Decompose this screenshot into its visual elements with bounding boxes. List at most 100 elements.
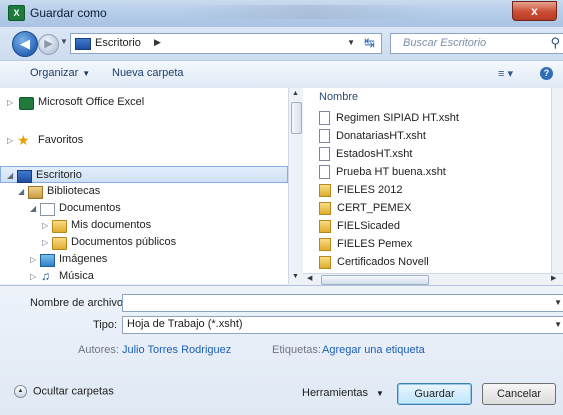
tags-value[interactable]: Agregar una etiqueta [322, 344, 425, 356]
folder-icon [319, 183, 331, 197]
expand-icon[interactable]: ▷ [30, 251, 36, 268]
desktop-icon [17, 170, 32, 183]
new-folder-button[interactable]: Nueva carpeta [112, 67, 184, 79]
horizontal-scrollbar[interactable]: ◀ ▶ [303, 273, 563, 285]
address-bar[interactable]: Escritorio ▶ ▼ ↹ [70, 33, 382, 54]
window-title: Guardar como [30, 6, 107, 20]
forward-arrow-icon[interactable]: ▶ [38, 34, 59, 55]
file-list: Nombre Regimen SIPIAD HT.xsht Donatarias… [303, 88, 551, 273]
nav-item-label: Microsoft Office Excel [38, 96, 145, 108]
nav-item-label: Música [59, 270, 94, 282]
nav-item-favorites[interactable]: ▷ ★ Favoritos [0, 132, 288, 149]
collapse-icon[interactable]: ◢ [30, 200, 36, 217]
file-name: FIELSicaded [337, 220, 400, 232]
title-bar: X Guardar como x [0, 0, 563, 27]
hide-folders-toggle[interactable]: ▲ Ocultar carpetas [14, 385, 114, 398]
close-button[interactable]: x [512, 1, 557, 21]
file-name: EstadosHT.xsht [336, 148, 413, 160]
address-dropdown-icon[interactable]: ▼ [347, 38, 355, 47]
refresh-icon[interactable]: ↹ [364, 35, 375, 51]
organize-label: Organizar [30, 67, 79, 79]
toolbar: Organizar ▼ Nueva carpeta ≡ ▾ ? [0, 60, 563, 89]
save-button[interactable]: Guardar [397, 383, 472, 405]
file-type-label: Tipo: [93, 319, 118, 331]
expand-icon[interactable]: ▷ [7, 94, 13, 111]
hide-folders-label: Ocultar carpetas [33, 385, 114, 398]
recent-pages-chevron-icon[interactable]: ▼ [60, 37, 68, 46]
chevron-down-icon: ▼ [376, 389, 384, 398]
list-item[interactable]: CERT_PEMEX [319, 200, 411, 216]
nav-item-my-documents[interactable]: ▷ Mis documentos [0, 217, 288, 234]
folder-icon [319, 219, 331, 233]
expand-icon[interactable]: ▷ [7, 132, 13, 149]
folder-icon [319, 255, 331, 269]
nav-item-public-documents[interactable]: ▷ Documentos públicos [0, 234, 288, 251]
images-icon [40, 254, 55, 267]
save-options-panel: Nombre de archivo: ▼ Tipo: Hoja de Traba… [0, 285, 563, 415]
file-name: FIELES Pemex [337, 238, 413, 250]
folder-icon [319, 237, 331, 251]
filename-input[interactable]: ▼ [122, 294, 563, 312]
tools-menu-button[interactable]: Herramientas ▼ [302, 387, 384, 399]
breadcrumb-location[interactable]: Escritorio [95, 37, 141, 49]
view-options-icon[interactable]: ≡ ▾ [498, 67, 513, 80]
file-name: FIELES 2012 [337, 184, 403, 196]
list-item[interactable]: FIELES 2012 [319, 182, 402, 198]
expand-icon[interactable]: ▷ [30, 268, 36, 284]
chevron-down-icon[interactable]: ▼ [554, 320, 562, 329]
file-type-select[interactable]: Hoja de Trabajo (*.xsht) ▼ [122, 316, 563, 334]
file-list-scrollbar[interactable] [551, 88, 563, 273]
nav-item-excel[interactable]: ▷ Microsoft Office Excel [0, 94, 288, 111]
excel-icon [19, 97, 34, 110]
organize-button[interactable]: Organizar ▼ [30, 67, 90, 79]
chevron-up-icon: ▲ [14, 385, 27, 398]
scroll-left-icon[interactable]: ◀ [307, 274, 312, 282]
nav-item-label: Imágenes [59, 253, 108, 265]
help-icon[interactable]: ? [540, 67, 553, 80]
nav-item-images[interactable]: ▷ Imágenes [0, 251, 288, 268]
tags-label: Etiquetas: [272, 344, 321, 356]
nav-item-music[interactable]: ▷ ♫ Música [0, 268, 288, 284]
list-item[interactable]: Regimen SIPIAD HT.xsht [319, 110, 459, 126]
file-name: Prueba HT buena.xsht [336, 166, 446, 178]
list-item[interactable]: Certificados Novell [319, 254, 429, 270]
cancel-button[interactable]: Cancelar [482, 383, 556, 405]
folder-icon [52, 237, 67, 250]
desktop-icon [75, 38, 91, 50]
list-item[interactable]: FIELES Pemex [319, 236, 412, 252]
back-arrow-icon[interactable]: ◀ [12, 31, 38, 57]
list-item[interactable]: EstadosHT.xsht [319, 146, 412, 162]
expand-icon[interactable]: ▷ [42, 234, 48, 251]
expand-icon[interactable]: ▷ [42, 217, 48, 234]
save-as-dialog: X Guardar como x ◀ ▶ ▼ Escritorio ▶ ▼ ↹ … [0, 0, 563, 415]
scroll-right-icon[interactable]: ▶ [551, 274, 556, 282]
nav-item-documents[interactable]: ◢ Documentos [0, 200, 288, 217]
file-name: Regimen SIPIAD HT.xsht [336, 112, 459, 124]
scroll-down-icon[interactable]: ▼ [292, 273, 299, 280]
nav-scrollbar[interactable]: ▲ ▼ [288, 88, 303, 284]
nav-item-label: Documentos [59, 202, 121, 214]
nav-item-desktop[interactable]: ◢ Escritorio [0, 166, 288, 183]
document-icon [319, 165, 330, 180]
file-type-value: Hoja de Trabajo (*.xsht) [127, 318, 243, 330]
chevron-down-icon[interactable]: ▼ [554, 298, 562, 307]
breadcrumb-chevron-icon[interactable]: ▶ [154, 37, 161, 48]
scroll-thumb[interactable] [291, 102, 302, 134]
collapse-icon[interactable]: ◢ [7, 167, 13, 184]
document-icon [319, 129, 330, 144]
list-item[interactable]: FIELSicaded [319, 218, 400, 234]
list-item[interactable]: Prueba HT buena.xsht [319, 164, 446, 180]
scroll-thumb[interactable] [321, 275, 429, 285]
tools-label: Herramientas [302, 387, 369, 399]
authors-value[interactable]: Julio Torres Rodriguez [122, 344, 231, 356]
search-input[interactable]: Buscar Escritorio ⚲ [390, 33, 563, 54]
nav-item-libraries[interactable]: ◢ Bibliotecas [0, 183, 288, 200]
search-icon[interactable]: ⚲ [550, 35, 560, 51]
collapse-icon[interactable]: ◢ [18, 183, 24, 200]
list-item[interactable]: DonatariasHT.xsht [319, 128, 426, 144]
file-name: DonatariasHT.xsht [336, 130, 426, 142]
scroll-up-icon[interactable]: ▲ [292, 90, 299, 97]
file-name: Certificados Novell [337, 256, 429, 268]
nav-item-label: Favoritos [38, 134, 84, 146]
column-header-name[interactable]: Nombre [319, 91, 358, 103]
